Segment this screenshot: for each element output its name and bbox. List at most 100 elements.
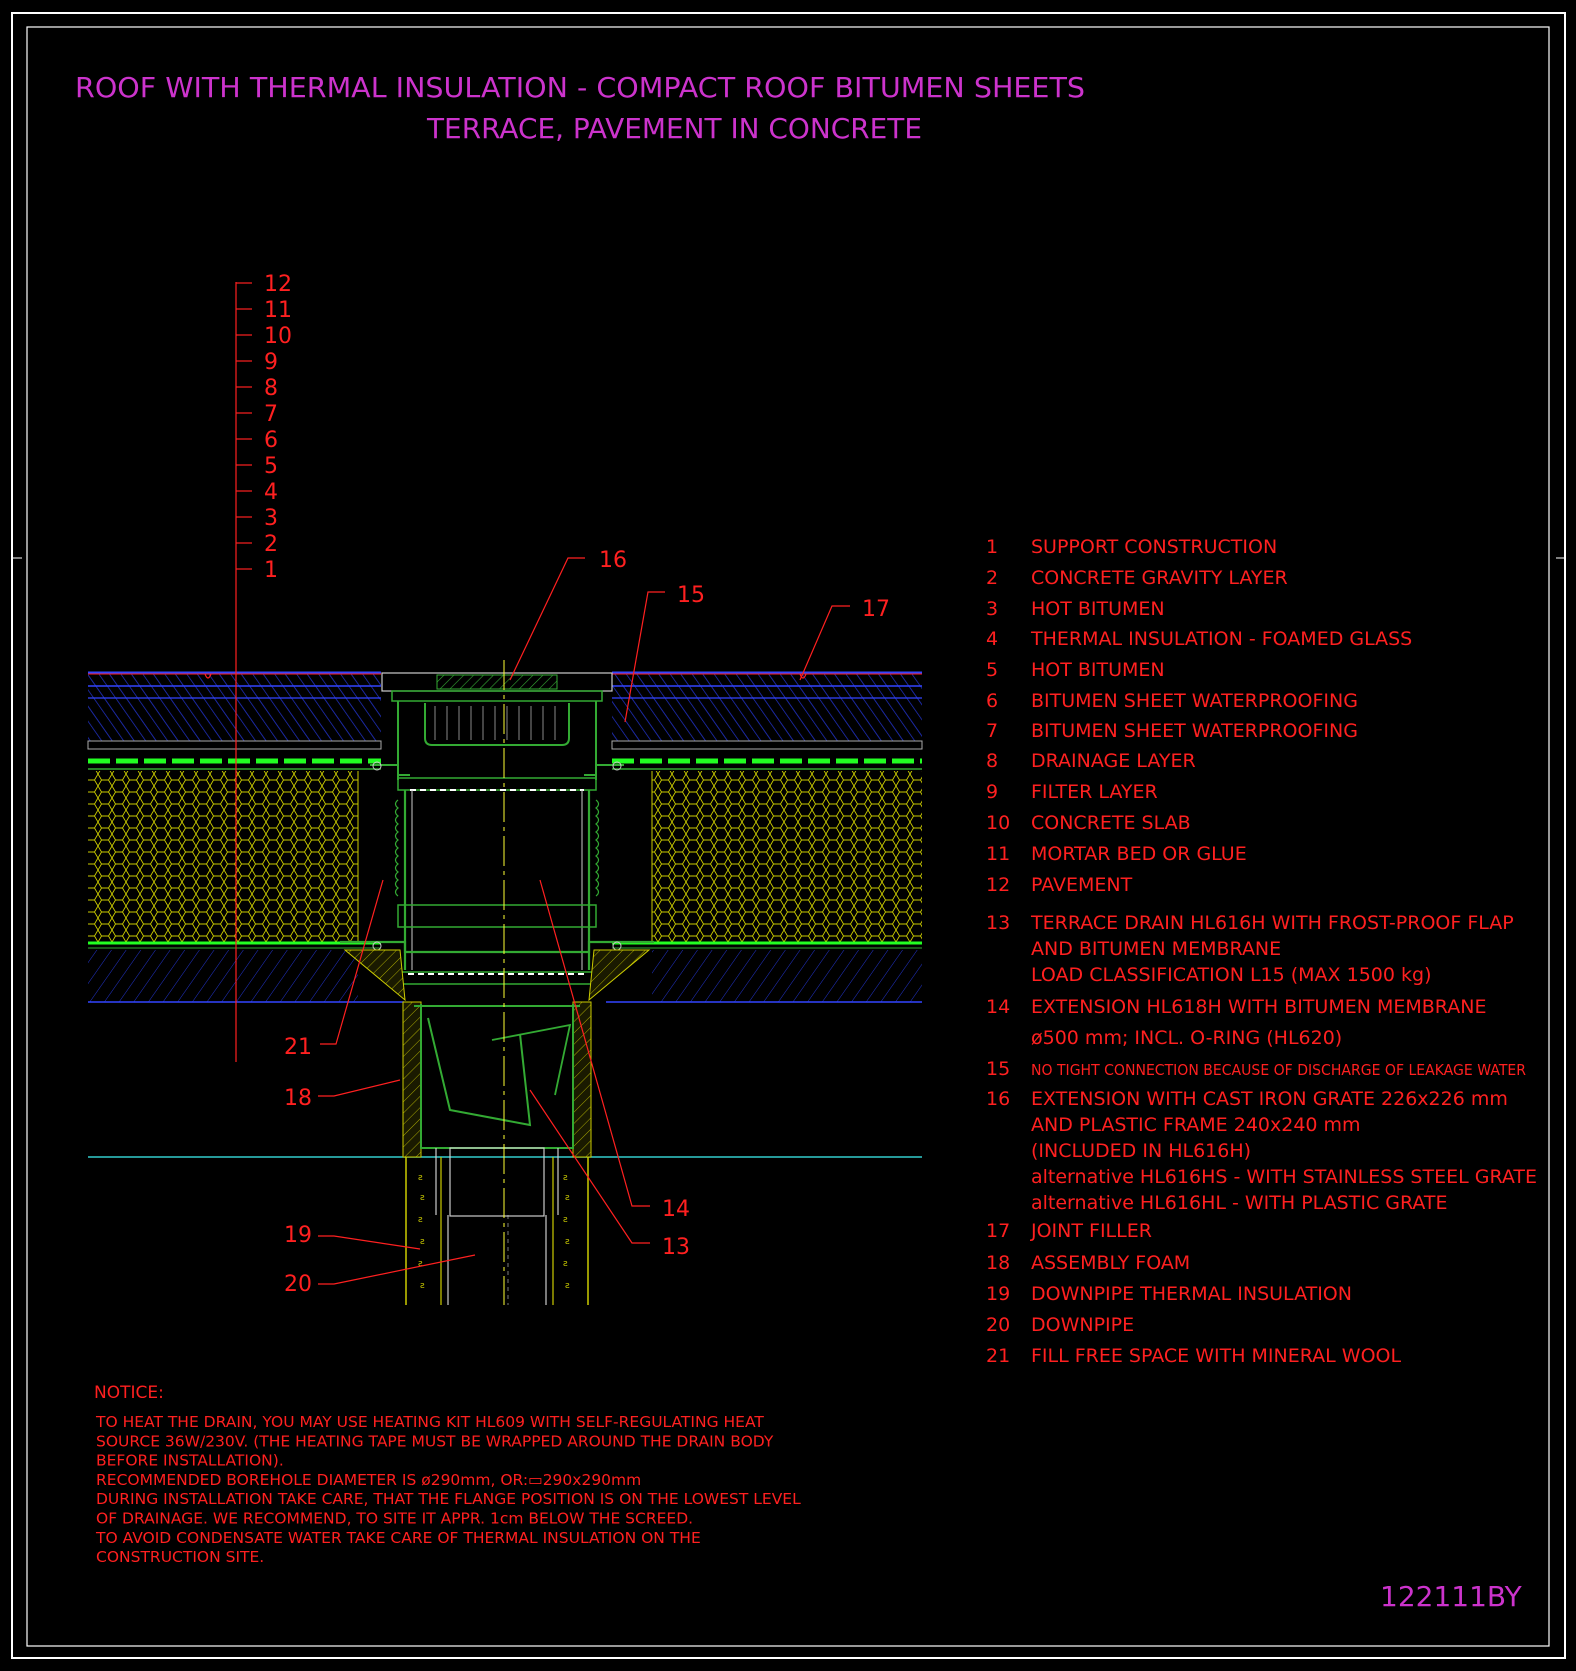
legend-text: HOT BITUMEN	[1031, 598, 1165, 620]
legend-number: 20	[986, 1314, 1010, 1336]
legend-text: BITUMEN SHEET WATERPROOFING	[1031, 720, 1358, 742]
title-line-2: TERRACE, PAVEMENT IN CONCRETE	[426, 112, 922, 145]
legend-text: NO TIGHT CONNECTION BECAUSE OF DISCHARGE…	[1031, 1061, 1526, 1079]
legend-number: 12	[986, 874, 1010, 896]
legend-text: alternative HL616HL - WITH PLASTIC GRATE	[1031, 1192, 1448, 1214]
layer-scale-label: 9	[264, 350, 278, 375]
layer-scale-label: 8	[264, 376, 278, 401]
legend-text: HOT BITUMEN	[1031, 659, 1165, 681]
svg-text:ƨ: ƨ	[420, 1193, 425, 1203]
title-line-1: ROOF WITH THERMAL INSULATION - COMPACT R…	[75, 71, 1085, 104]
layer-scale-label: 3	[264, 506, 278, 531]
layer-scale-label: 1	[264, 558, 278, 583]
callout-15: 15	[677, 583, 705, 608]
notice-line: OF DRAINAGE. WE RECOMMEND, TO SITE IT AP…	[96, 1510, 693, 1528]
callout-16: 16	[599, 548, 627, 573]
svg-text:ƨ: ƨ	[418, 1215, 423, 1225]
svg-text:ƨ: ƨ	[420, 1281, 425, 1291]
legend-number: 1	[986, 536, 998, 558]
legend-number: 13	[986, 912, 1010, 934]
svg-text:ƨ: ƨ	[420, 1237, 425, 1247]
callout-21: 21	[284, 1035, 312, 1060]
layer-scale-label: 11	[264, 298, 292, 323]
legend-text: EXTENSION WITH CAST IRON GRATE 226x226 m…	[1031, 1088, 1508, 1110]
notice-block: NOTICE: TO HEAT THE DRAIN, YOU MAY USE H…	[94, 1383, 801, 1566]
legend-number: 14	[986, 996, 1010, 1018]
legend-text: AND PLASTIC FRAME 240x240 mm	[1031, 1114, 1361, 1136]
legend-text: alternative HL616HS - WITH STAINLESS STE…	[1031, 1166, 1537, 1188]
legend-number: 8	[986, 750, 998, 772]
legend-text: LOAD CLASSIFICATION L15 (MAX 1500 kg)	[1031, 964, 1431, 986]
notice-heading: NOTICE:	[94, 1383, 164, 1403]
legend-text: EXTENSION HL618H WITH BITUMEN MEMBRANE	[1031, 996, 1486, 1018]
legend-number: 17	[986, 1220, 1010, 1242]
svg-text:ƨ: ƨ	[418, 1173, 423, 1183]
layer-scale-label: 2	[264, 532, 278, 557]
legend-text: DOWNPIPE THERMAL INSULATION	[1031, 1283, 1352, 1305]
legend-number: 21	[986, 1345, 1010, 1367]
legend-text: CONCRETE SLAB	[1031, 812, 1191, 834]
legend: 1 SUPPORT CONSTRUCTION 2 CONCRETE GRAVITY L…	[986, 536, 1537, 1367]
layer-scale-label: 5	[264, 454, 278, 479]
notice-line: BEFORE INSTALLATION).	[96, 1452, 284, 1470]
legend-number: 2	[986, 567, 998, 589]
legend-number: 3	[986, 598, 998, 620]
legend-text: (INCLUDED IN HL616H)	[1031, 1140, 1251, 1162]
cad-section-drawing: ROOF WITH THERMAL INSULATION - COMPACT R…	[11, 12, 1566, 1659]
layer-scale-label: 7	[264, 402, 278, 427]
callout-20: 20	[284, 1272, 312, 1297]
legend-text: BITUMEN SHEET WATERPROOFING	[1031, 690, 1358, 712]
legend-number: 10	[986, 812, 1010, 834]
svg-text:ƨ: ƨ	[563, 1259, 568, 1269]
notice-line: TO HEAT THE DRAIN, YOU MAY USE HEATING K…	[95, 1413, 764, 1431]
legend-number: 16	[986, 1088, 1010, 1110]
legend-text: SUPPORT CONSTRUCTION	[1031, 536, 1277, 558]
legend-text: FILTER LAYER	[1031, 781, 1158, 803]
legend-number: 11	[986, 843, 1010, 865]
legend-text: AND BITUMEN MEMBRANE	[1031, 938, 1281, 960]
notice-line: RECOMMENDED BOREHOLE DIAMETER IS ø290mm,…	[96, 1471, 641, 1489]
legend-text: JOINT FILLER	[1030, 1220, 1152, 1242]
svg-text:ƨ: ƨ	[565, 1281, 570, 1291]
legend-text: PAVEMENT	[1031, 874, 1133, 896]
layer-scale-labels: 121110987654321	[264, 272, 292, 583]
legend-text: CONCRETE GRAVITY LAYER	[1031, 567, 1288, 589]
legend-text: FILL FREE SPACE WITH MINERAL WOOL	[1031, 1345, 1401, 1367]
legend-text: DRAINAGE LAYER	[1031, 750, 1196, 772]
svg-text:ƨ: ƨ	[563, 1173, 568, 1183]
callout-14: 14	[662, 1197, 690, 1222]
svg-text:ƨ: ƨ	[418, 1259, 423, 1269]
legend-number: 19	[986, 1283, 1010, 1305]
legend-text: TERRACE DRAIN HL616H WITH FROST-PROOF FL…	[1030, 912, 1514, 934]
legend-number: 5	[986, 659, 998, 681]
svg-text:ƨ: ƨ	[565, 1193, 570, 1203]
legend-number: 7	[986, 720, 998, 742]
legend-number: 6	[986, 690, 998, 712]
callout-19: 19	[284, 1223, 312, 1248]
svg-text:ƨ: ƨ	[563, 1215, 568, 1225]
layer-scale-label: 6	[264, 428, 278, 453]
legend-text: DOWNPIPE	[1031, 1314, 1134, 1336]
callout-13: 13	[662, 1235, 690, 1260]
layer-scale-label: 4	[264, 480, 278, 505]
legend-text: MORTAR BED OR GLUE	[1031, 843, 1247, 865]
downpipe: ƨƨƨ ƨƨƨ ƨƨƨ ƨƨƨ	[405, 1157, 589, 1305]
legend-text: THERMAL INSULATION - FOAMED GLASS	[1030, 628, 1412, 650]
legend-number: 4	[986, 628, 998, 650]
terrace-drain	[340, 672, 654, 1217]
legend-text: ø500 mm; INCL. O-RING (HL620)	[1031, 1027, 1342, 1049]
callout-18: 18	[284, 1086, 312, 1111]
legend-number: 18	[986, 1252, 1010, 1274]
notice-line: CONSTRUCTION SITE.	[96, 1548, 264, 1566]
notice-line: DURING INSTALLATION TAKE CARE, THAT THE …	[96, 1490, 801, 1508]
notice-line: TO AVOID CONDENSATE WATER TAKE CARE OF T…	[95, 1529, 701, 1547]
legend-number: 15	[986, 1058, 1010, 1080]
layer-scale-label: 12	[264, 272, 292, 297]
callout-17: 17	[862, 597, 890, 622]
svg-text:ƨ: ƨ	[565, 1237, 570, 1247]
legend-text: ASSEMBLY FOAM	[1031, 1252, 1190, 1274]
layer-scale-label: 10	[264, 324, 292, 349]
drawing-code: 122111BY	[1380, 1580, 1523, 1613]
legend-number: 9	[986, 781, 998, 803]
notice-line: SOURCE 36W/230V. (THE HEATING TAPE MUST …	[96, 1432, 774, 1450]
